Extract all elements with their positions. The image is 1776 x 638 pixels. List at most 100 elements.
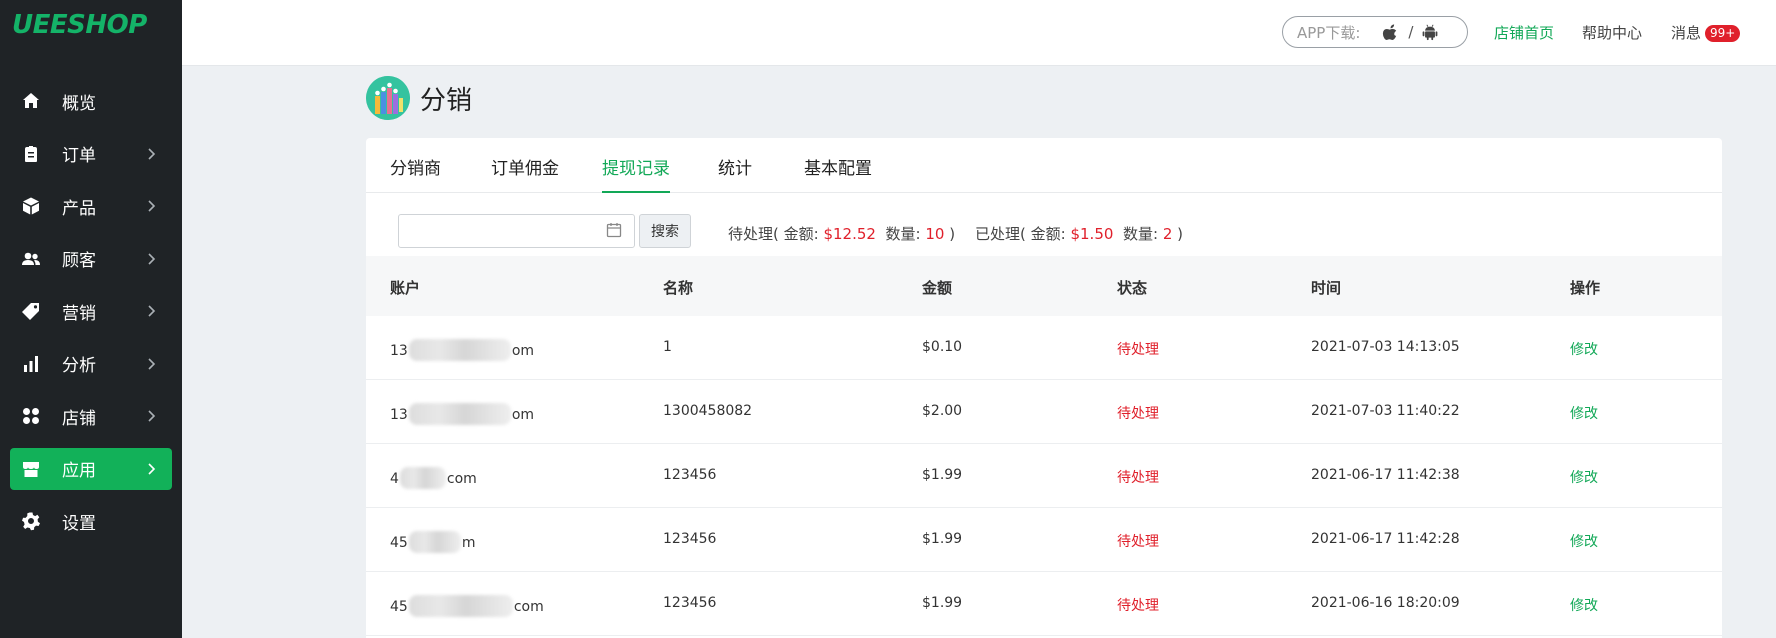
gear-icon xyxy=(20,510,42,532)
sidebar-item-customers[interactable]: 顾客 xyxy=(10,238,172,280)
chevron-right-icon xyxy=(144,251,158,265)
messages-link[interactable]: 消息 99+ xyxy=(1671,22,1741,43)
apple-icon[interactable] xyxy=(1382,23,1400,41)
pending-suffix: ) xyxy=(949,225,956,243)
table-row: 45 com 123456 $1.99 待处理 2021-06-16 18:20:… xyxy=(366,572,1722,636)
pending-prefix: 待处理( 金额: xyxy=(728,225,819,243)
sidebar-item-marketing[interactable]: 营销 xyxy=(10,290,172,332)
shop-home-link[interactable]: 店铺首页 xyxy=(1494,22,1554,43)
users-icon xyxy=(20,248,42,270)
pending-summary: 待处理( 金额: $12.52 数量: 10 ) xyxy=(728,223,955,244)
chevron-right-icon xyxy=(144,408,158,422)
sidebar-item-products[interactable]: 产品 xyxy=(10,185,172,227)
redacted-blur xyxy=(408,339,511,361)
edit-link[interactable]: 修改 xyxy=(1570,339,1598,359)
edit-link[interactable]: 修改 xyxy=(1570,403,1598,423)
processed-suffix: ) xyxy=(1177,225,1183,243)
account-cell: 4 com xyxy=(390,467,477,489)
name-cell: 1 xyxy=(663,339,672,355)
edit-link[interactable]: 修改 xyxy=(1570,531,1598,551)
processed-count-label: 数量: xyxy=(1122,225,1159,243)
help-center-link[interactable]: 帮助中心 xyxy=(1582,22,1642,43)
ueeshop-logo[interactable]: UEESHOP xyxy=(12,10,147,40)
status-cell: 待处理 xyxy=(1117,598,1159,614)
date-range-input[interactable] xyxy=(398,214,635,248)
sidebar-item-label: 分析 xyxy=(62,356,96,376)
page-heading: 分销 xyxy=(366,76,472,120)
edit-link[interactable]: 修改 xyxy=(1570,595,1598,615)
main-card: 分销商 订单佣金 提现记录 统计 基本配置 搜索 待处理( 金额: $12.52… xyxy=(366,138,1722,638)
name-cell: 1300458082 xyxy=(663,403,753,419)
column-header-name: 名称 xyxy=(663,279,694,297)
tab-distributors[interactable]: 分销商 xyxy=(390,154,441,179)
amount-cell: $1.99 xyxy=(922,595,963,611)
tab-bar: 分销商 订单佣金 提现记录 统计 基本配置 xyxy=(366,138,1722,193)
column-header-amount: 金额 xyxy=(922,279,953,297)
page-title: 分销 xyxy=(420,85,473,116)
column-header-time: 时间 xyxy=(1311,279,1342,297)
redacted-blur xyxy=(408,531,461,553)
status-cell: 待处理 xyxy=(1117,342,1159,358)
active-tab-indicator xyxy=(602,191,670,193)
edit-link[interactable]: 修改 xyxy=(1570,467,1598,487)
pending-count-label: 数量: xyxy=(885,225,921,243)
sidebar-item-label: 产品 xyxy=(62,198,96,219)
chevron-right-icon xyxy=(144,198,158,212)
sidebar-item-overview[interactable]: 概览 xyxy=(10,80,172,122)
processed-prefix: 已处理( 金额: xyxy=(975,225,1066,243)
bar-chart-icon xyxy=(20,353,42,375)
app-download-pill: APP下载: / xyxy=(1282,16,1468,48)
store-icon xyxy=(20,458,42,480)
sidebar-item-label: 应用 xyxy=(62,461,96,481)
separator-text: / xyxy=(1408,23,1414,41)
clipboard-icon xyxy=(20,143,42,165)
time-cell: 2021-07-03 11:40:22 xyxy=(1311,403,1460,419)
sidebar-item-analytics[interactable]: 分析 xyxy=(10,343,172,385)
amount-cell: $0.10 xyxy=(922,339,963,355)
redacted-blur xyxy=(399,467,446,489)
amount-cell: $2.00 xyxy=(922,403,963,419)
status-cell: 待处理 xyxy=(1117,534,1159,550)
tab-statistics[interactable]: 统计 xyxy=(718,154,752,179)
tab-basic-config[interactable]: 基本配置 xyxy=(804,154,872,179)
sidebar-item-label: 顾客 xyxy=(62,251,96,271)
time-cell: 2021-06-17 11:42:38 xyxy=(1311,467,1460,483)
pending-count: 10 xyxy=(925,225,945,243)
distribution-app-icon xyxy=(366,76,410,120)
tab-withdrawal-records[interactable]: 提现记录 xyxy=(602,154,670,179)
sidebar-nav: 概览 订单 产品 顾客 营销 分析 店铺 应用 设置 xyxy=(0,80,182,553)
table-row: 13 om 1 $0.10 待处理 2021-07-03 14:13:05 修改 xyxy=(366,316,1722,380)
account-cell: 13 om xyxy=(390,403,534,425)
tab-order-commission[interactable]: 订单佣金 xyxy=(491,154,559,179)
column-header-account: 账户 xyxy=(390,279,421,297)
time-cell: 2021-06-16 18:20:09 xyxy=(1311,595,1460,611)
processed-summary: 已处理( 金额: $1.50 数量: 2 ) xyxy=(975,223,1183,244)
tag-icon xyxy=(20,300,42,322)
processed-amount: $1.50 xyxy=(1070,225,1114,243)
calendar-icon[interactable] xyxy=(606,222,622,238)
time-cell: 2021-07-03 14:13:05 xyxy=(1311,339,1460,355)
table-row: 13 om 1300458082 $2.00 待处理 2021-07-03 11:… xyxy=(366,380,1722,444)
pending-amount: $12.52 xyxy=(823,225,876,243)
search-button[interactable]: 搜索 xyxy=(639,214,691,248)
redacted-blur xyxy=(408,595,513,617)
table-row: 45 m 123456 $1.99 待处理 2021-06-17 11:42:28… xyxy=(366,508,1722,572)
app-download-label: APP下载: xyxy=(1297,23,1361,42)
name-cell: 123456 xyxy=(663,595,717,611)
column-header-status: 状态 xyxy=(1117,279,1148,297)
home-icon xyxy=(20,90,42,112)
chevron-right-icon xyxy=(144,461,158,475)
box-icon xyxy=(20,195,42,217)
table-header: 账户 名称 金额 状态 时间 操作 xyxy=(366,256,1722,316)
time-cell: 2021-06-17 11:42:28 xyxy=(1311,531,1460,547)
sidebar-item-label: 概览 xyxy=(62,93,96,114)
sidebar-item-orders[interactable]: 订单 xyxy=(10,133,172,175)
sidebar: UEESHOP 概览 订单 产品 顾客 营销 分析 店铺 应用 设置 xyxy=(0,0,182,638)
sidebar-item-settings[interactable]: 设置 xyxy=(10,500,172,542)
sidebar-item-label: 店铺 xyxy=(62,408,96,429)
account-cell: 13 om xyxy=(390,339,534,361)
sidebar-item-store[interactable]: 店铺 xyxy=(10,395,172,437)
topbar: APP下载: / 店铺首页 帮助中心 消息 99+ xyxy=(182,0,1776,66)
sidebar-item-apps[interactable]: 应用 xyxy=(10,447,172,490)
android-icon[interactable] xyxy=(1421,23,1439,41)
